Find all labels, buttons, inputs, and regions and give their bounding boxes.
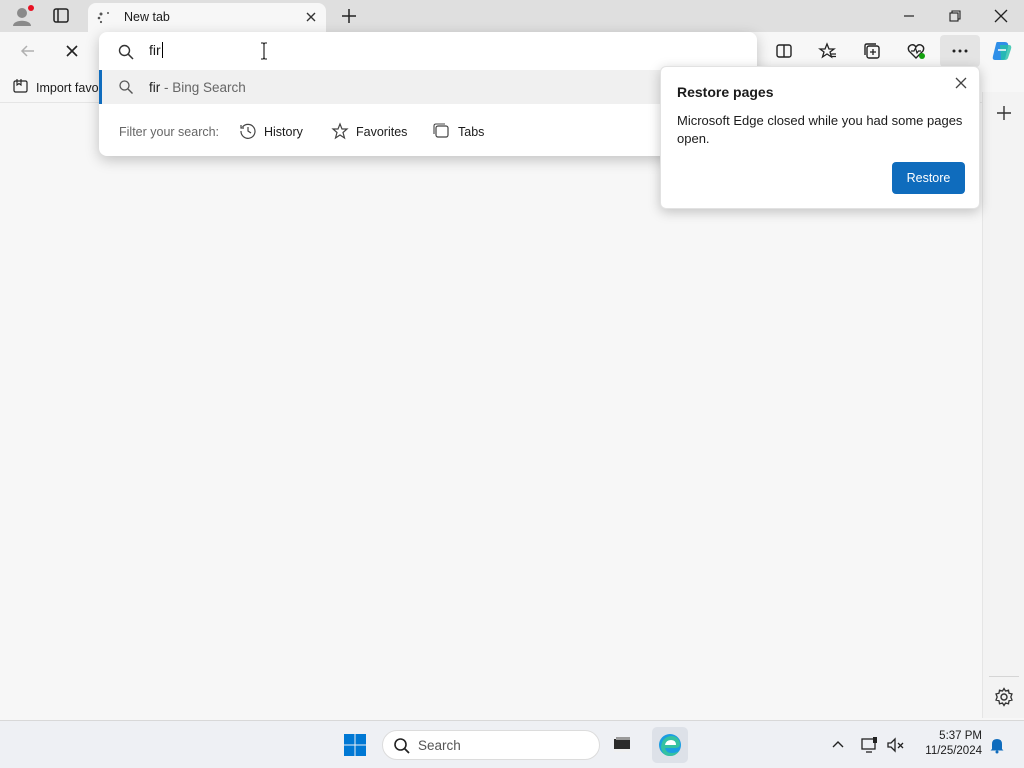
browser-essentials-icon[interactable] bbox=[902, 37, 930, 65]
filter-favorites-label: Favorites bbox=[356, 125, 408, 139]
search-icon bbox=[118, 79, 134, 95]
filter-history-label: History bbox=[264, 125, 303, 139]
history-clock-icon bbox=[239, 122, 257, 143]
tabs-icon bbox=[433, 122, 451, 143]
minimize-button[interactable] bbox=[886, 0, 932, 32]
text-cursor-icon bbox=[259, 41, 269, 61]
sidebar bbox=[982, 92, 1024, 718]
volume-muted-icon[interactable] bbox=[886, 735, 906, 755]
restore-popup-message: Microsoft Edge closed while you had some… bbox=[677, 113, 963, 146]
profile-avatar-icon[interactable] bbox=[10, 4, 36, 28]
taskbar-search-box[interactable]: Search bbox=[382, 730, 600, 760]
more-options-icon[interactable] bbox=[940, 35, 980, 67]
new-tab-button[interactable] bbox=[336, 4, 362, 28]
address-bar-input[interactable]: fir bbox=[99, 32, 757, 70]
filter-tabs-button[interactable]: Tabs bbox=[433, 120, 484, 144]
close-window-button[interactable] bbox=[978, 0, 1024, 32]
copilot-icon[interactable] bbox=[988, 37, 1016, 65]
search-icon bbox=[393, 737, 411, 755]
add-sidebar-app-icon[interactable] bbox=[993, 102, 1015, 124]
windows-start-icon[interactable] bbox=[343, 733, 367, 757]
suggestion-bing-search[interactable]: fir - Bing Search bbox=[99, 70, 757, 104]
clock-time: 5:37 PM bbox=[939, 730, 982, 742]
search-filter-row: Filter your search: History Favorites Ta… bbox=[99, 116, 757, 146]
split-screen-icon[interactable] bbox=[770, 37, 798, 65]
sidebar-divider bbox=[989, 676, 1019, 677]
notification-bell-icon[interactable] bbox=[988, 736, 1006, 754]
filter-history-button[interactable]: History bbox=[239, 120, 303, 144]
search-icon bbox=[117, 43, 135, 61]
system-clock[interactable]: 5:37 PM 11/25/2024 bbox=[912, 729, 982, 759]
tab-actions-icon[interactable] bbox=[48, 4, 74, 28]
file-explorer-icon[interactable] bbox=[606, 729, 638, 761]
import-favorites-label: Import favo bbox=[36, 80, 99, 95]
taskbar: Search 5:37 PM 11/25/2024 bbox=[0, 720, 1024, 768]
import-icon bbox=[12, 78, 30, 97]
restore-button[interactable]: Restore bbox=[892, 162, 965, 194]
show-hidden-icons-chevron-icon[interactable] bbox=[830, 737, 846, 753]
filter-label: Filter your search: bbox=[119, 125, 220, 139]
import-favorites-button[interactable]: Import favo bbox=[12, 78, 99, 97]
collections-icon[interactable] bbox=[858, 37, 886, 65]
address-bar-dropdown: fir fir - Bing Search Filter your search… bbox=[99, 32, 757, 156]
close-icon[interactable] bbox=[951, 73, 971, 93]
tab-title: New tab bbox=[124, 10, 170, 24]
stop-loading-icon[interactable] bbox=[58, 37, 86, 65]
tab-new-tab[interactable]: New tab bbox=[88, 3, 326, 32]
restore-popup-title: Restore pages bbox=[677, 84, 774, 100]
network-icon[interactable] bbox=[860, 735, 880, 755]
address-bar-text[interactable]: fir bbox=[149, 42, 163, 58]
close-tab-icon[interactable] bbox=[302, 8, 320, 26]
favorites-star-icon[interactable] bbox=[814, 37, 842, 65]
title-bar: New tab bbox=[0, 0, 1024, 32]
favorites-star-icon bbox=[331, 121, 349, 143]
restore-pages-popup: Restore pages Microsoft Edge closed whil… bbox=[660, 66, 980, 209]
filter-tabs-label: Tabs bbox=[458, 125, 485, 139]
filter-favorites-button[interactable]: Favorites bbox=[331, 120, 407, 144]
clock-date: 11/25/2024 bbox=[925, 745, 982, 757]
sidebar-settings-gear-icon[interactable] bbox=[993, 686, 1015, 708]
edge-browser-icon[interactable] bbox=[652, 727, 688, 763]
restore-window-button[interactable] bbox=[932, 0, 978, 32]
back-arrow-icon[interactable] bbox=[14, 37, 42, 65]
suggestion-text: fir - Bing Search bbox=[149, 80, 246, 95]
taskbar-search-placeholder: Search bbox=[418, 738, 461, 753]
loading-icon bbox=[96, 10, 112, 26]
